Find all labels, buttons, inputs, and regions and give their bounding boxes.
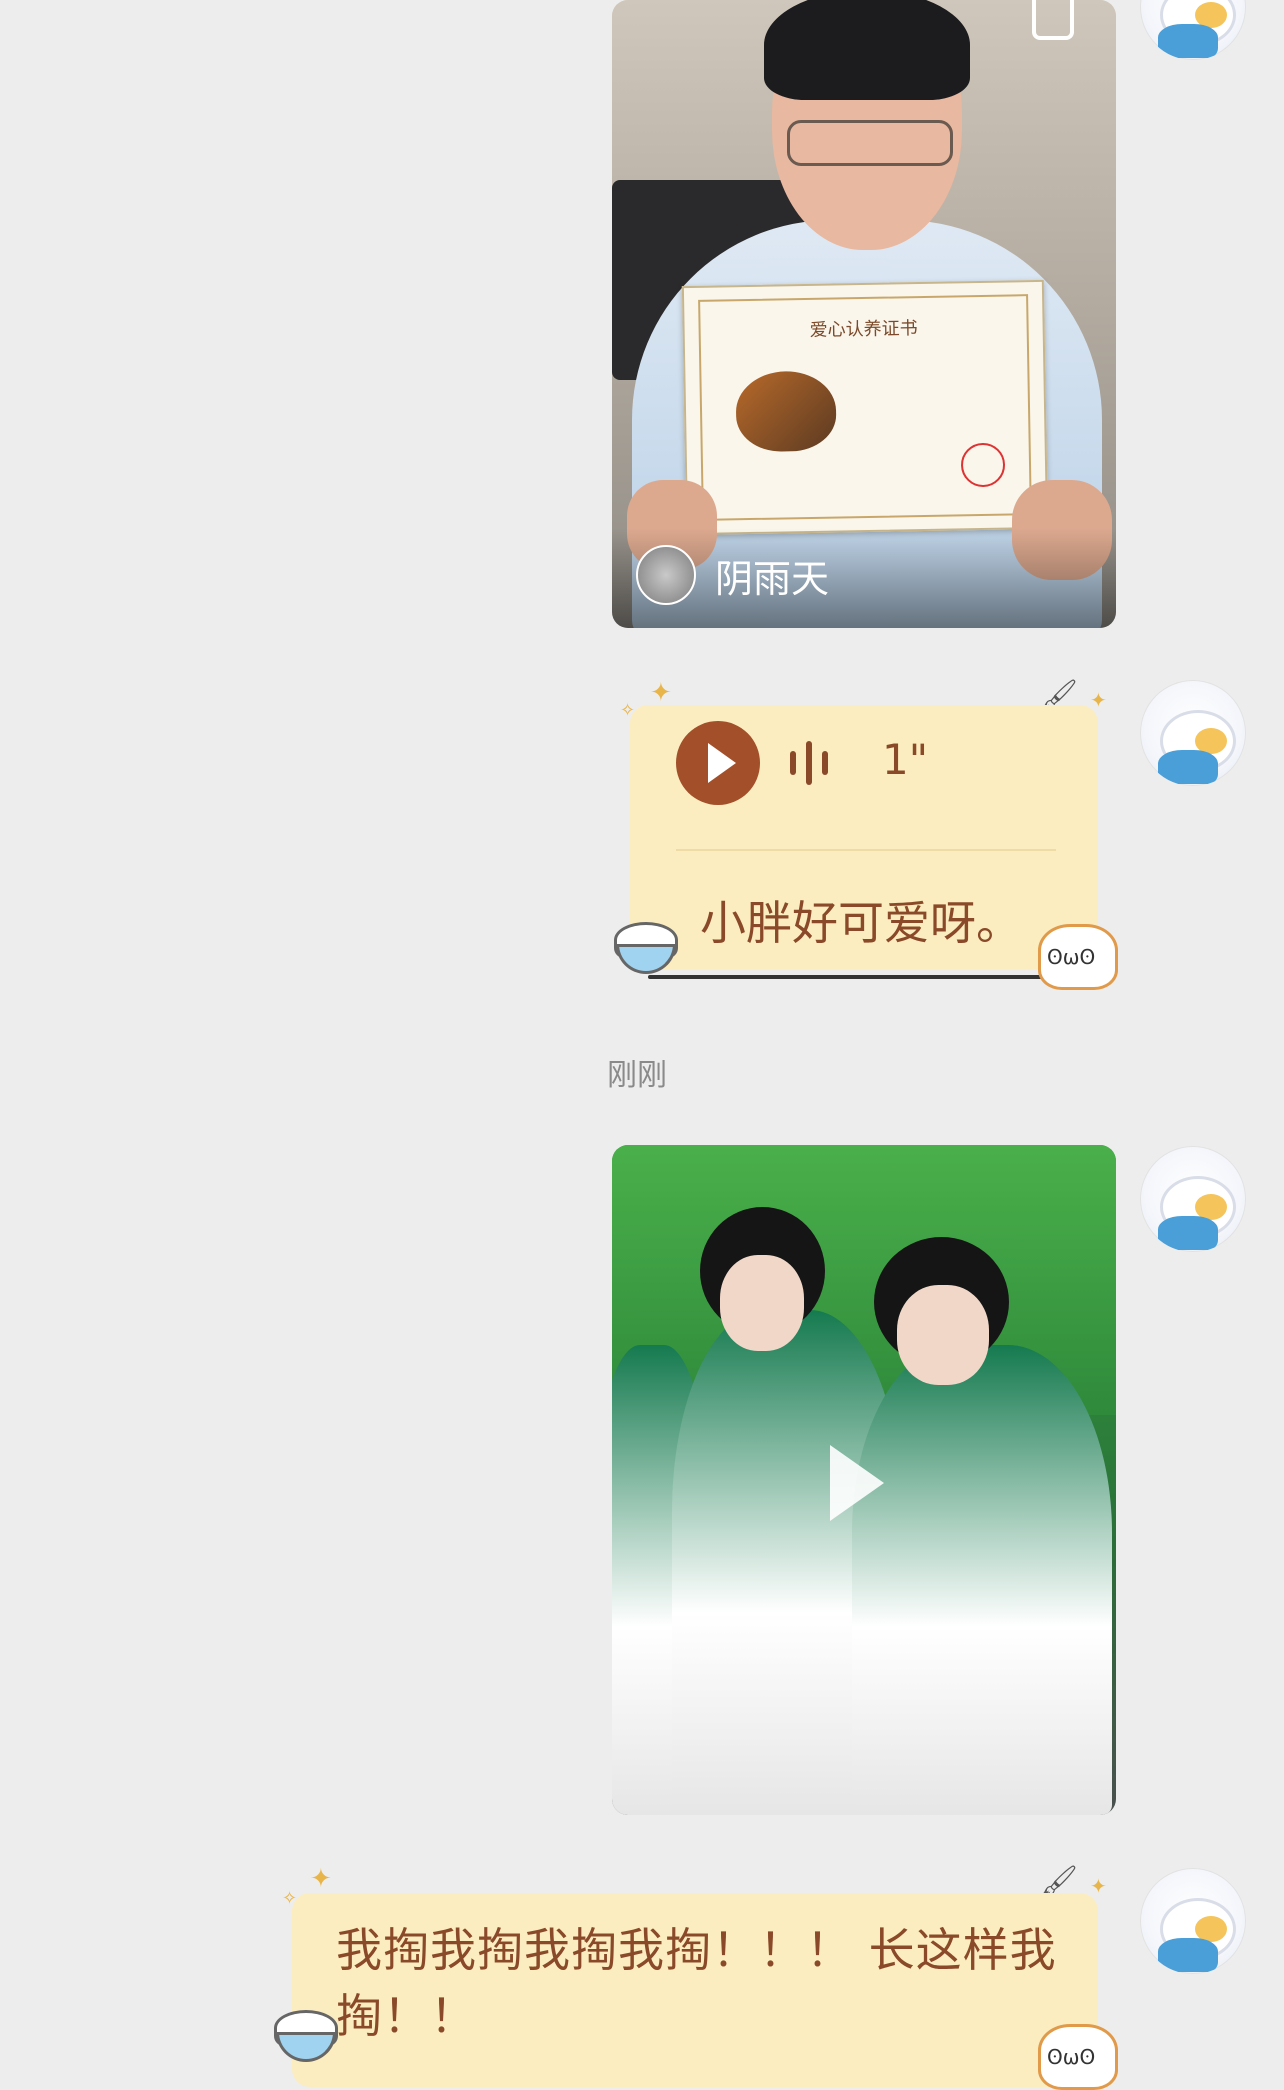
- timestamp: 刚刚: [607, 1058, 667, 1093]
- sparkle-icon: ✦: [310, 1864, 332, 1894]
- text-bubble[interactable]: 我掏我掏我掏我掏！！！ 长这样我掏！！: [292, 1893, 1098, 2087]
- avatar-self[interactable]: [1140, 1868, 1246, 1974]
- photo-message[interactable]: 爱心认养证书 阴雨天: [612, 0, 1116, 628]
- certificate: 爱心认养证书: [681, 279, 1049, 536]
- avatar-self[interactable]: [1140, 680, 1246, 786]
- cat-sticker-icon: [1038, 2024, 1118, 2090]
- tiger-photo: [735, 370, 837, 453]
- sender-name: 阴雨天: [715, 557, 830, 601]
- sparkle-icon: ✦: [1090, 1874, 1107, 1898]
- play-icon[interactable]: [676, 721, 760, 805]
- sparkle-icon: ✦: [1090, 688, 1107, 712]
- voice-wave-icon: [790, 751, 796, 775]
- rice-bowl-icon: [614, 922, 678, 974]
- video-message[interactable]: [612, 1145, 1116, 1815]
- avatar-self[interactable]: [1140, 1146, 1246, 1252]
- voice-duration: 1": [882, 735, 929, 784]
- video-play-icon[interactable]: [830, 1445, 884, 1521]
- voice-transcript: 小胖好可爱呀。: [700, 896, 1022, 950]
- rice-bowl-icon: [274, 2010, 338, 2062]
- sparkle-icon: ✦: [650, 678, 672, 708]
- person-right: [852, 1345, 1112, 1815]
- copy-icon[interactable]: [1032, 0, 1074, 40]
- avatar-self[interactable]: [1140, 0, 1246, 60]
- message-text: 我掏我掏我掏我掏！！！ 长这样我掏！！: [336, 1923, 1057, 2043]
- voice-bubble[interactable]: 1" 小胖好可爱呀。: [630, 705, 1098, 969]
- divider: [676, 849, 1056, 851]
- cat-sticker-icon: [1038, 924, 1118, 990]
- sender-avatar[interactable]: [636, 545, 696, 605]
